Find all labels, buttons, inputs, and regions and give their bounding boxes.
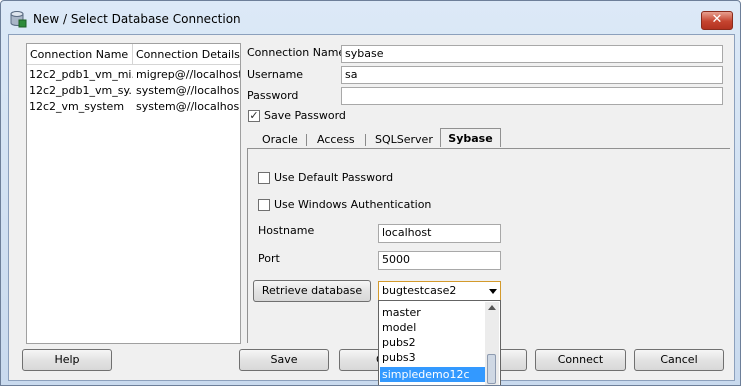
list-item-pubs3[interactable]: pubs3 <box>380 350 487 365</box>
username-label: Username <box>247 68 304 81</box>
tab-sqlserver[interactable]: SQLServer <box>375 131 433 148</box>
hostname-label: Hostname <box>258 224 315 237</box>
list-item-master[interactable]: master <box>380 305 487 320</box>
list-item-details[interactable]: system@//localhos... <box>136 99 240 115</box>
tab-separator <box>306 134 307 146</box>
connection-list[interactable]: Connection Name Connection Details 12c2_… <box>26 43 241 344</box>
scroll-up-icon[interactable] <box>488 305 496 310</box>
password-label: Password <box>247 89 299 102</box>
port-label: Port <box>258 252 280 265</box>
list-item-model[interactable]: model <box>380 320 487 335</box>
hostname-field[interactable]: localhost <box>378 224 501 243</box>
tab-separator <box>365 134 366 146</box>
use-default-password-checkbox[interactable] <box>258 172 270 184</box>
save-password-label: Save Password <box>264 109 346 122</box>
scrollbar-thumb[interactable] <box>487 354 496 384</box>
database-select-value: bugtestcase2 <box>382 284 457 297</box>
dialog-body: Connection Name Connection Details 12c2_… <box>8 34 735 385</box>
tab-sybase[interactable]: Sybase <box>440 128 501 147</box>
list-item-details[interactable]: system@//localhos... <box>136 83 240 99</box>
database-select[interactable]: bugtestcase2 <box>378 281 501 301</box>
use-windows-authentication-checkbox[interactable] <box>258 199 270 211</box>
username-field[interactable]: sa <box>341 66 723 84</box>
tab-access[interactable]: Access <box>317 131 355 148</box>
port-field[interactable]: 5000 <box>378 251 501 270</box>
save-password-checkbox[interactable]: ✓ <box>248 110 260 122</box>
tab-oracle[interactable]: Oracle <box>262 131 298 148</box>
list-item-details[interactable]: migrep@//localhost... <box>136 67 240 83</box>
use-default-password-label: Use Default Password <box>274 171 394 184</box>
list-item-pubs2[interactable]: pubs2 <box>380 335 487 350</box>
list-item-name[interactable]: 12c2_vm_system <box>29 99 133 115</box>
database-dropdown-list[interactable]: master model pubs2 pubs3 simpledemo12c <box>378 300 501 385</box>
dropdown-scrollbar[interactable] <box>485 302 499 385</box>
list-item-simpledemo12c[interactable]: simpledemo12c <box>380 367 487 382</box>
save-button[interactable]: Save <box>239 349 329 371</box>
connect-button[interactable]: Connect <box>535 349 626 371</box>
password-field[interactable] <box>341 87 723 105</box>
database-type-tabs: Oracle Access SQLServer Sybase <box>247 128 729 149</box>
use-windows-authentication-label: Use Windows Authentication <box>274 198 432 211</box>
title-bar[interactable]: New / Select Database Connection ✕ <box>1 1 740 35</box>
column-header-connection-details[interactable]: Connection Details <box>133 44 240 65</box>
connection-name-label: Connection Name <box>247 46 346 59</box>
window-title: New / Select Database Connection <box>33 12 241 26</box>
cancel-button[interactable]: Cancel <box>634 349 724 371</box>
retrieve-database-button[interactable]: Retrieve database <box>253 280 371 302</box>
list-item-name[interactable]: 12c2_pdb1_vm_mi... <box>29 67 133 83</box>
database-icon <box>10 11 27 28</box>
column-header-connection-name[interactable]: Connection Name <box>27 44 133 65</box>
close-button[interactable]: ✕ <box>701 11 733 30</box>
connection-name-field[interactable]: sybase <box>341 45 723 63</box>
help-button[interactable]: Help <box>22 349 112 371</box>
chevron-down-icon[interactable] <box>489 289 497 294</box>
list-item-name[interactable]: 12c2_pdb1_vm_sy... <box>29 83 133 99</box>
dialog-window: New / Select Database Connection ✕ Conne… <box>0 0 741 386</box>
